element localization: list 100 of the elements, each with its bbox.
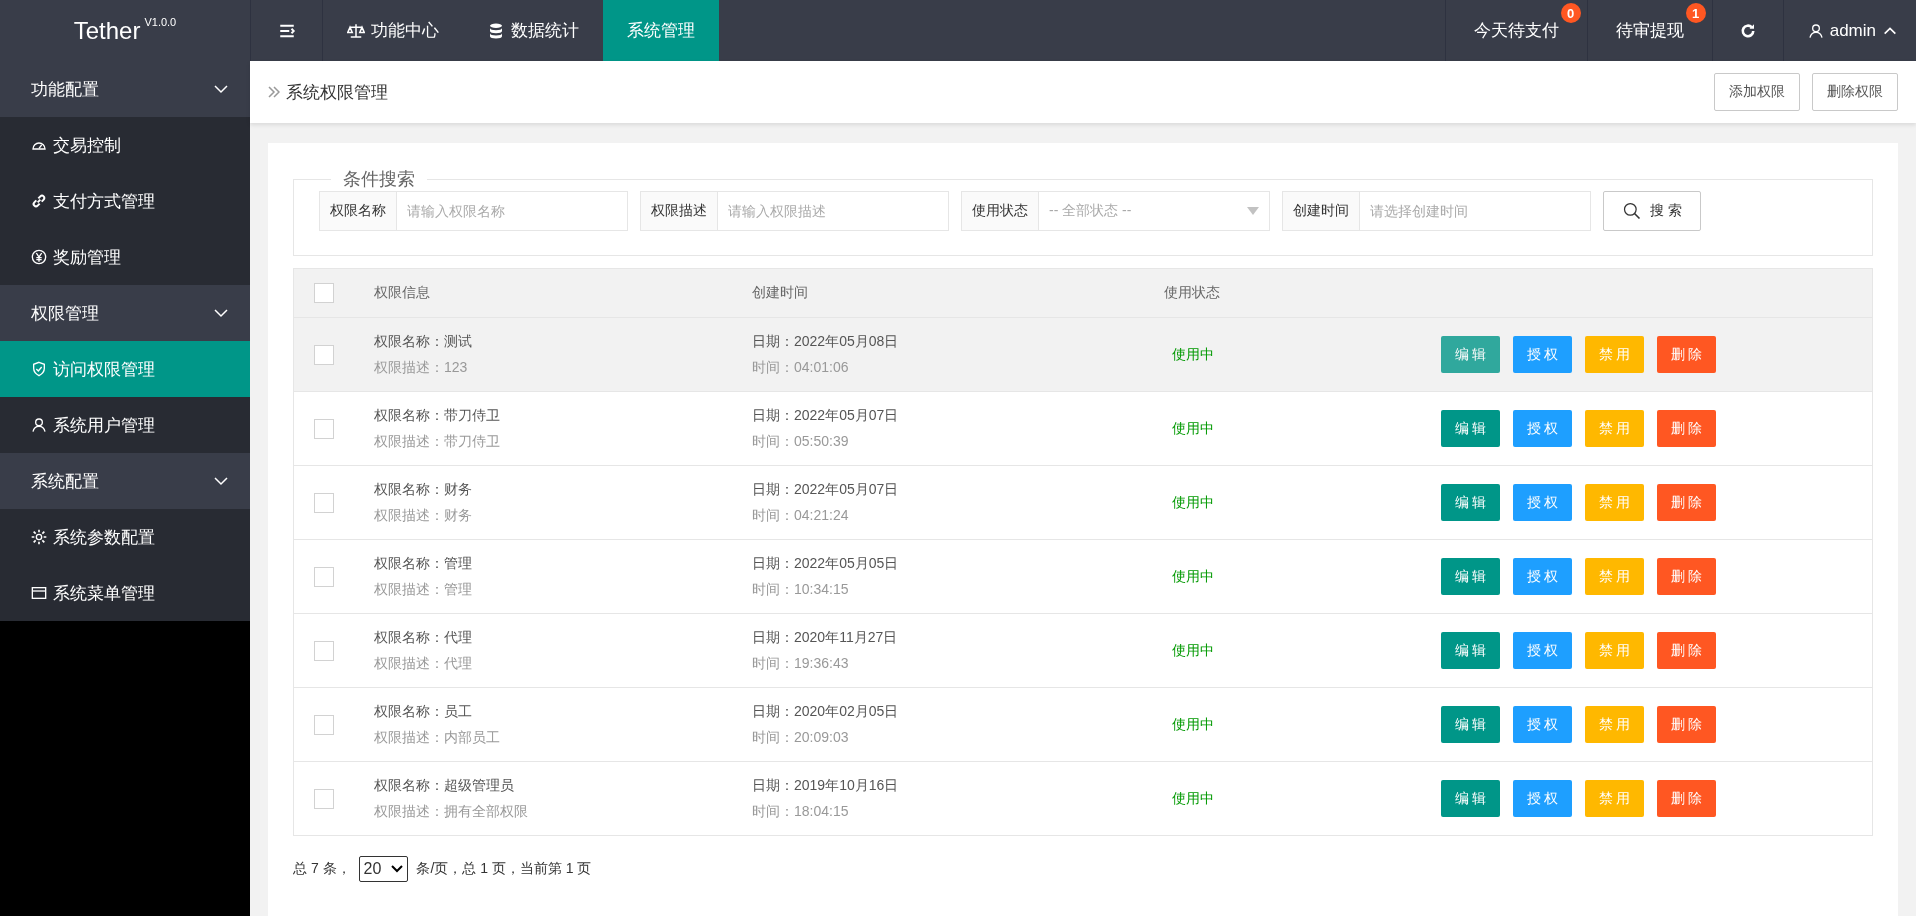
add-button[interactable]: 添加权限 (1714, 73, 1800, 111)
grant-button[interactable]: 授 权 (1513, 484, 1572, 521)
permission-name: 权限名称：员工 (374, 702, 473, 721)
app-logo: Tether (73, 16, 141, 45)
delete-button[interactable]: 删 除 (1657, 410, 1716, 447)
sidebar-item[interactable]: 奖励管理 (0, 229, 250, 285)
sidebar-item[interactable]: 支付方式管理 (0, 173, 250, 229)
created-time: 时间：20:09:03 (752, 728, 850, 747)
row-checkbox[interactable] (314, 788, 334, 809)
created-time: 时间：04:01:06 (752, 358, 850, 377)
column-header: 权限信息 (374, 284, 431, 302)
permission-description: 权限描述：带刀侍卫 (374, 432, 501, 451)
sidebar-group[interactable]: 功能配置 (0, 61, 250, 117)
grant-button[interactable]: 授 权 (1513, 410, 1572, 447)
permission-name: 权限名称：超级管理员 (374, 776, 515, 795)
input-field[interactable]: 请输入权限名称 (397, 191, 628, 231)
delete-button[interactable]: 删 除 (1657, 632, 1716, 669)
row-checkbox[interactable] (314, 492, 334, 513)
input-field[interactable]: 请选择创建时间 (1360, 191, 1591, 231)
filter-label: 创建时间 (1282, 191, 1360, 231)
yen-icon (31, 249, 47, 265)
status-text: 使用中 (1171, 567, 1215, 586)
column-header: 创建时间 (752, 284, 809, 302)
created-date: 日期：2022年05月07日 (752, 480, 900, 499)
created-date: 日期：2020年11月27日 (752, 628, 899, 647)
search-icon (1622, 201, 1642, 221)
count-badge: 0 (1560, 3, 1581, 23)
section-legend: 条件搜索 (331, 167, 427, 191)
created-time: 时间：18:04:15 (752, 802, 850, 821)
shield-check-icon (31, 361, 47, 377)
edit-button[interactable]: 编 辑 (1441, 632, 1500, 669)
nav-tab[interactable]: 系统管理 (603, 0, 719, 61)
created-time: 时间：19:36:43 (752, 654, 850, 673)
delete-button[interactable]: 删 除 (1657, 780, 1716, 817)
user-icon (31, 417, 47, 433)
input-field[interactable]: 请输入权限描述 (718, 191, 949, 231)
page-size-select[interactable]: 20 (358, 856, 409, 882)
nav-tab[interactable]: 功能中心 (323, 0, 463, 61)
row-checkbox[interactable] (314, 344, 334, 365)
permission-description: 权限描述：管理 (374, 580, 473, 599)
delete-button[interactable]: 删 除 (1657, 484, 1716, 521)
permission-name: 权限名称：带刀侍卫 (374, 406, 501, 425)
status-text: 使用中 (1171, 641, 1215, 660)
page-title: 系统权限管理 (286, 81, 389, 104)
sidebar-item[interactable]: 系统菜单管理 (0, 565, 250, 621)
grant-button[interactable]: 授 权 (1513, 336, 1572, 373)
status-text: 使用中 (1171, 493, 1215, 512)
filter-label: 权限名称 (319, 191, 397, 231)
search-button[interactable]: 搜 索 (1603, 191, 1701, 231)
permission-name: 权限名称：管理 (374, 554, 473, 573)
grant-button[interactable]: 授 权 (1513, 558, 1572, 595)
sidebar-item[interactable]: 系统参数配置 (0, 509, 250, 565)
sidebar-item[interactable]: 交易控制 (0, 117, 250, 173)
edit-button[interactable]: 编 辑 (1441, 558, 1500, 595)
row-checkbox[interactable] (314, 714, 334, 735)
version-label: V1.0.0 (144, 16, 177, 28)
count-badge: 1 (1685, 3, 1706, 23)
delete-button[interactable]: 删除权限 (1812, 73, 1898, 111)
edit-button[interactable]: 编 辑 (1441, 706, 1500, 743)
total-count: 总 7 条， (293, 860, 351, 878)
created-date: 日期：2022年05月05日 (752, 554, 900, 573)
permission-name: 权限名称：财务 (374, 480, 473, 499)
created-date: 日期：2022年05月07日 (752, 406, 900, 425)
row-checkbox[interactable] (314, 418, 334, 439)
select-all-checkbox[interactable] (314, 283, 334, 303)
dropdown-arrow-icon (1247, 207, 1259, 215)
edit-button[interactable]: 编 辑 (1441, 410, 1500, 447)
nav-tab[interactable]: 数据统计 (463, 0, 603, 61)
permission-description: 权限描述：代理 (374, 654, 473, 673)
filter-label: 使用状态 (961, 191, 1039, 231)
database-icon (487, 21, 505, 40)
created-time: 时间：04:21:24 (752, 506, 850, 525)
status-select[interactable]: -- 全部状态 -- (1039, 191, 1270, 231)
status-text: 使用中 (1171, 345, 1215, 364)
status-text: 使用中 (1171, 715, 1215, 734)
edit-button[interactable]: 编 辑 (1441, 780, 1500, 817)
delete-button[interactable]: 删 除 (1657, 558, 1716, 595)
grant-button[interactable]: 授 权 (1513, 632, 1572, 669)
permission-name: 权限名称：测试 (374, 332, 473, 351)
sidebar-item[interactable]: 访问权限管理 (0, 341, 250, 397)
grant-button[interactable]: 授 权 (1513, 780, 1572, 817)
row-checkbox[interactable] (314, 566, 334, 587)
permission-name: 权限名称：代理 (374, 628, 473, 647)
created-date: 日期：2019年10月16日 (752, 776, 900, 795)
delete-button[interactable]: 删 除 (1657, 706, 1716, 743)
permission-description: 权限描述：内部员工 (374, 728, 501, 747)
row-checkbox[interactable] (314, 640, 334, 661)
created-date: 日期：2020年02月05日 (752, 702, 900, 721)
link-icon (31, 193, 47, 209)
sidebar-item[interactable]: 系统用户管理 (0, 397, 250, 453)
status-text: 使用中 (1171, 419, 1215, 438)
gear-icon (31, 529, 47, 545)
delete-button[interactable]: 删 除 (1657, 336, 1716, 373)
status-text: 使用中 (1171, 789, 1215, 808)
sidebar-group[interactable]: 权限管理 (0, 285, 250, 341)
grant-button[interactable]: 授 权 (1513, 706, 1572, 743)
edit-button[interactable]: 编 辑 (1441, 484, 1500, 521)
edit-button[interactable]: 编 辑 (1441, 336, 1500, 373)
permission-description: 权限描述：财务 (374, 506, 473, 525)
sidebar-group[interactable]: 系统配置 (0, 453, 250, 509)
